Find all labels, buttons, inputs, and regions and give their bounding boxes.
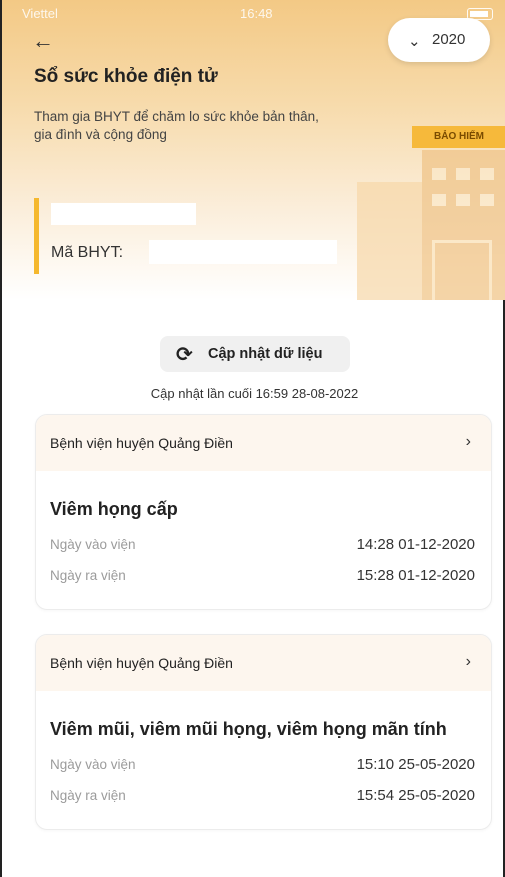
discharge-label: Ngày ra viện (50, 788, 126, 803)
discharge-value: 15:28 01-12-2020 (356, 567, 475, 584)
bhyt-value-redacted (149, 240, 337, 264)
header-banner: Viettel 16:48 BẢO HIỂM ← ⌄ 2020 Sổ sức k… (2, 0, 505, 300)
bhyt-label: Mã BHYT: (51, 244, 124, 261)
year-dropdown[interactable]: ⌄ 2020 (388, 18, 490, 62)
hospital-row[interactable]: Bệnh viện huyện Quảng Điền › (36, 635, 491, 691)
record-card[interactable]: Bệnh viện huyện Quảng Điền › Viêm mũi, v… (35, 634, 492, 830)
clock: 16:48 (240, 6, 273, 21)
page-title: Sổ sức khỏe điện tử (34, 66, 218, 87)
discharge-label: Ngày ra viện (50, 568, 126, 583)
chevron-right-icon: › (465, 433, 471, 450)
hospital-name: Bệnh viện huyện Quảng Điền (50, 435, 233, 451)
diagnosis-title: Viêm mũi, viêm mũi họng, viêm họng mãn t… (50, 719, 447, 739)
refresh-label: Cập nhật dữ liệu (208, 346, 323, 362)
building-illustration-small (357, 182, 422, 300)
discharge-value: 15:54 25-05-2020 (356, 787, 475, 804)
admission-value: 14:28 01-12-2020 (356, 536, 475, 553)
page-subtitle: Tham gia BHYT để chăm lo sức khỏe bản th… (34, 109, 319, 142)
admission-label: Ngày vào viện (50, 537, 136, 552)
member-name-redacted (51, 203, 196, 225)
chevron-down-icon: ⌄ (408, 33, 421, 50)
insurance-sign: BẢO HIỂM (412, 126, 505, 148)
back-arrow-icon[interactable]: ← (32, 30, 54, 52)
record-card[interactable]: Bệnh viện huyện Quảng Điền › Viêm họng c… (35, 414, 492, 610)
member-card: Mã BHYT: (34, 198, 337, 274)
admission-label: Ngày vào viện (50, 757, 136, 772)
chevron-right-icon: › (465, 653, 471, 670)
carrier-label: Viettel (22, 6, 58, 21)
refresh-icon: ⟳ (176, 344, 193, 366)
refresh-data-button[interactable]: ⟳ Cập nhật dữ liệu (160, 336, 350, 372)
last-updated-text: Cập nhật lần cuối 16:59 28-08-2022 (150, 386, 359, 401)
admission-value: 15:10 25-05-2020 (356, 756, 475, 773)
year-value: 2020 (432, 31, 466, 48)
diagnosis-title: Viêm họng cấp (50, 499, 178, 519)
building-door (432, 240, 492, 300)
hospital-row[interactable]: Bệnh viện huyện Quảng Điền › (36, 415, 491, 471)
hospital-name: Bệnh viện huyện Quảng Điền (50, 655, 233, 671)
